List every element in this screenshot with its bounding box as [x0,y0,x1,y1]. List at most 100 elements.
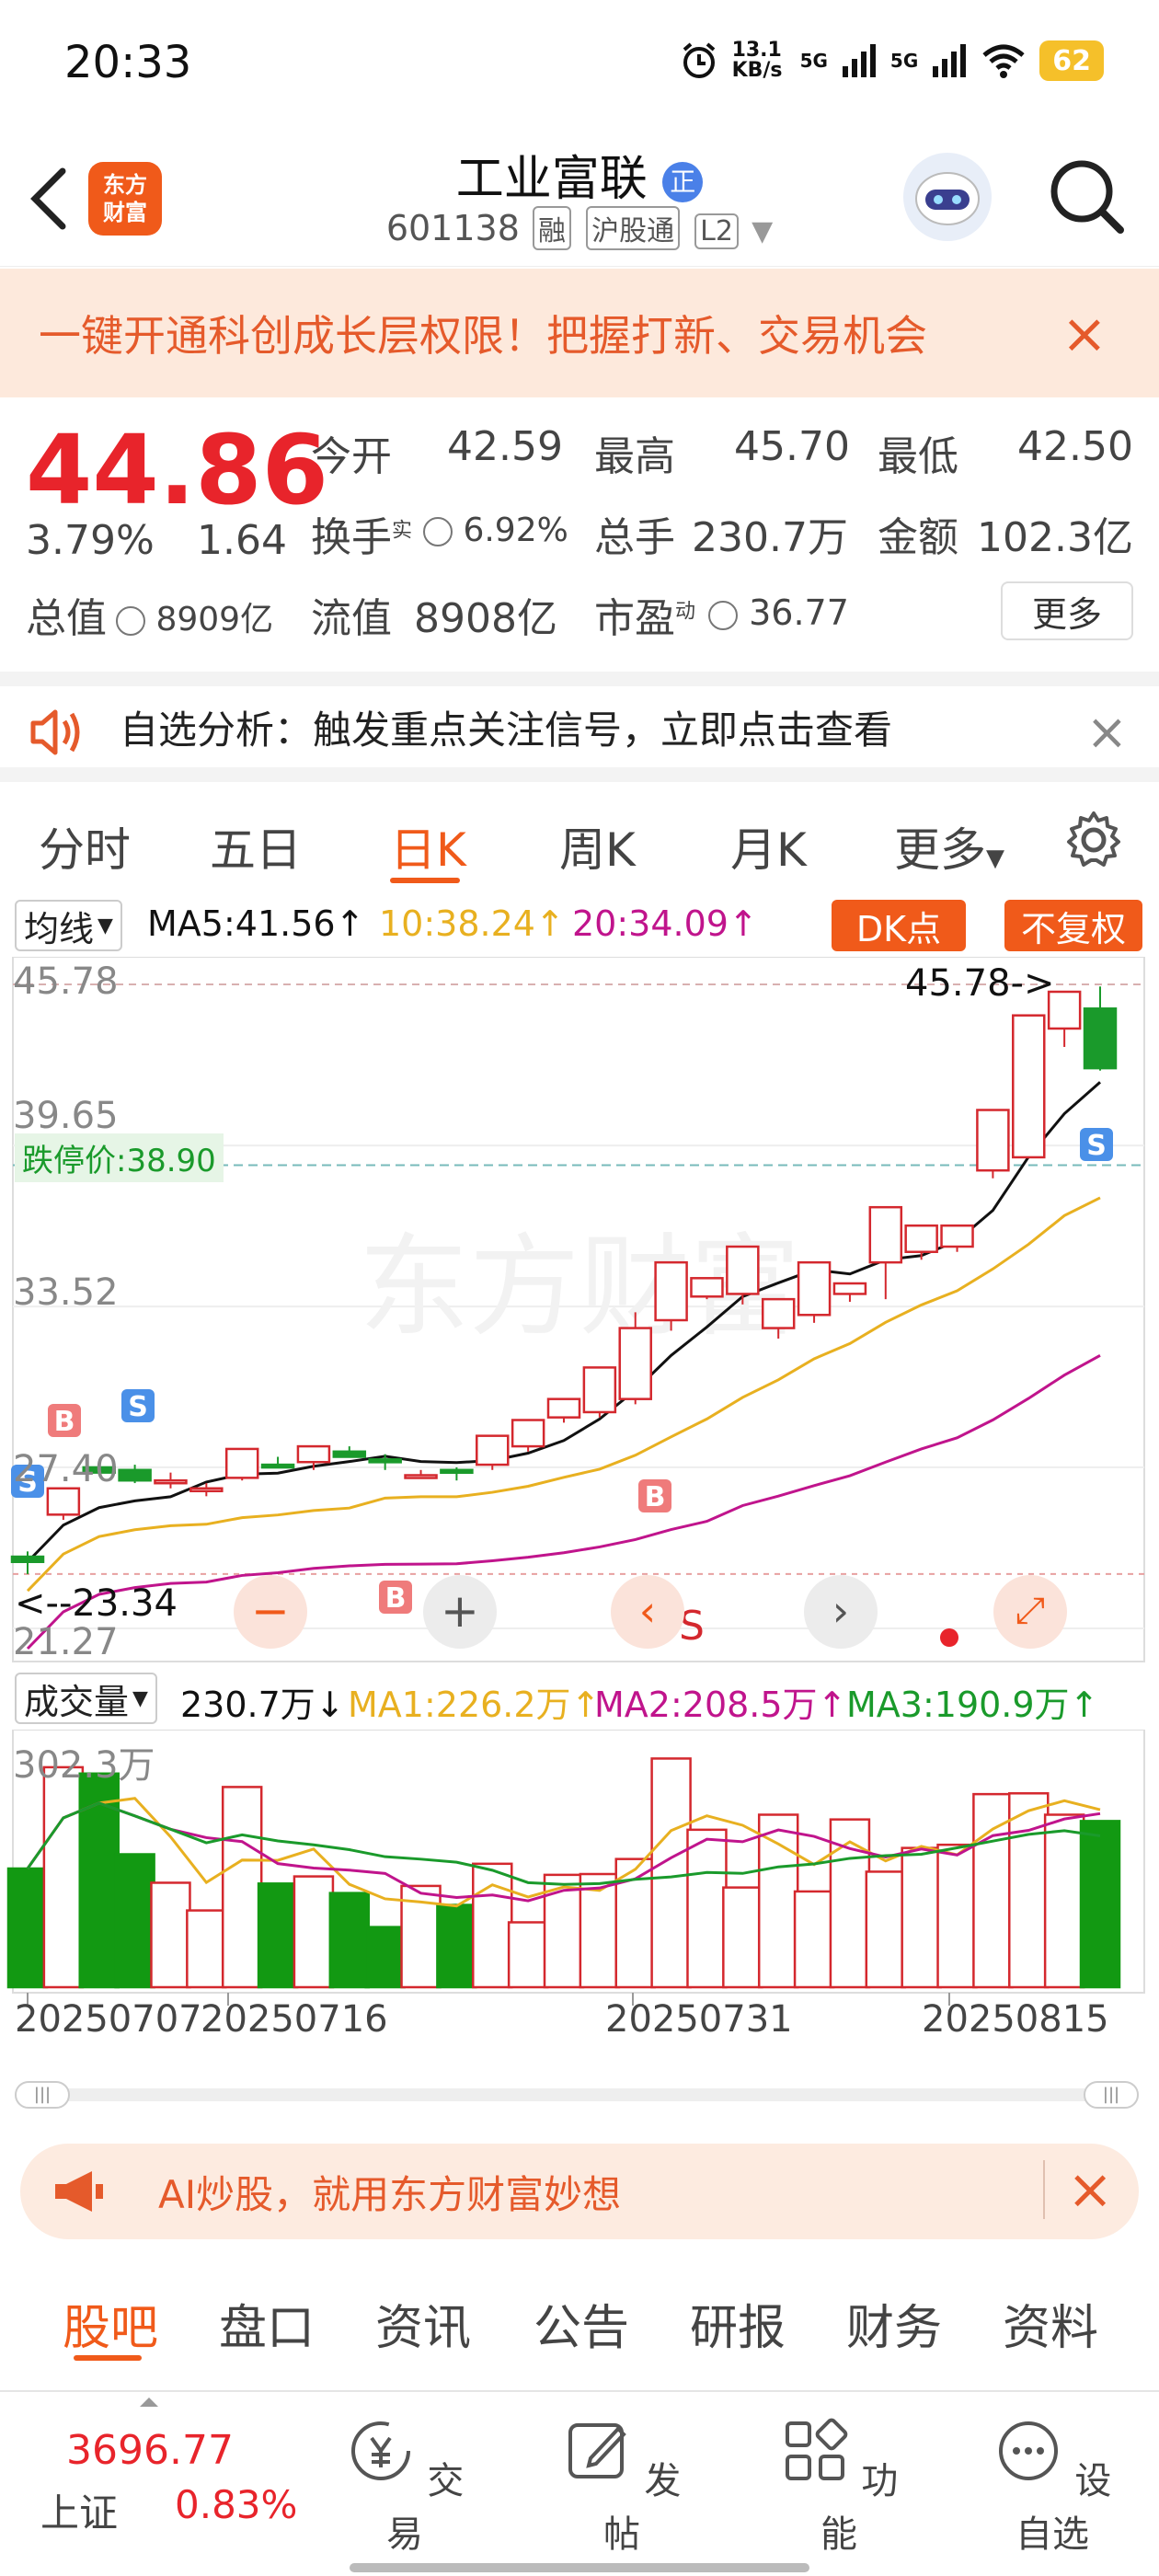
eye-icon-2[interactable] [116,606,145,636]
volume-bar [328,1892,371,1989]
verified-icon: 正 [662,162,704,202]
candle-body [904,1224,938,1253]
candle [546,1397,581,1423]
candle-body [10,1555,45,1563]
candlestick-chart[interactable]: 东方财富SB SBBSS [0,957,1159,1665]
candle-body [618,1327,652,1400]
more-button[interactable]: 更多 [1001,581,1133,640]
candle-body [546,1397,581,1419]
tab-intraday[interactable]: 分时 [39,813,131,880]
dropdown-triangle-icon: ▼ [752,215,774,247]
candle [224,1447,259,1481]
candle-body [332,1450,367,1458]
candle-body [440,1468,474,1475]
range-handle-right[interactable]: ||| [1084,2081,1139,2109]
battery-indicator: 62 [1039,40,1104,81]
nav-trade[interactable]: 交易 [331,2407,478,2558]
turnover-value-wrap: 6.92% [423,512,568,549]
tab-five-day[interactable]: 五日 [210,813,302,880]
tab-guba[interactable]: 股吧 [63,2289,158,2358]
buy-marker: B [48,1404,81,1438]
tab-monthly-k[interactable]: 月K [730,813,807,880]
high-marker-label: 45.78-> [905,962,1055,1005]
x-label-4: 20250815 [922,1998,1109,2041]
volume-bar [150,1881,191,1989]
candle [654,1260,688,1331]
volume-bar [1008,1792,1050,1989]
index-ticker[interactable]: 3696.77 上证 0.83% [0,2392,313,2576]
tab-profile[interactable]: 资料 [1003,2289,1098,2358]
zoom-out-button[interactable]: − [234,1575,307,1649]
y-label-2: 39.65 [13,1095,119,1137]
volume-bar [6,1867,49,1989]
megaphone-icon [55,2171,103,2212]
tab-news[interactable]: 资讯 [375,2289,471,2358]
settings-gear-icon[interactable] [1063,810,1124,870]
volume-bar [865,1870,907,1989]
promo-banner[interactable]: 一键开通科创成长层权限！把握打新、交易机会 × [0,269,1159,397]
watchlist-analysis-bar[interactable]: 自选分析：触发重点关注信号，立即点击查看 × [0,672,1159,782]
turnover-sup: 实 [392,519,413,543]
eye-icon[interactable] [423,517,453,546]
ma20-text: 20:34.09 [572,903,729,944]
grid-functions-icon [785,2418,847,2480]
tab-announcement[interactable]: 公告 [534,2289,629,2358]
tab-more[interactable]: 更多▼ [894,813,1004,880]
tab-daily-k[interactable]: 日K [390,813,466,880]
volume-bar [364,1926,406,1989]
scroll-track [15,2088,1139,2101]
candle [690,1277,724,1300]
candle-body [154,1478,188,1485]
close-icon[interactable]: × [1061,302,1107,366]
zoom-in-button[interactable]: + [423,1575,497,1649]
fullscreen-icon[interactable]: ⤢ [993,1575,1067,1649]
indicator-select[interactable]: 均线 ▼ [15,900,122,951]
stock-name-text: 工业富联 [455,152,648,207]
tab-weekly-k[interactable]: 周K [559,813,636,880]
active-tab-indicator [390,878,460,883]
ai-promo-bar[interactable]: AI炒股，就用东方财富妙想 × [20,2144,1139,2239]
dk-point-button[interactable]: DK点 [832,900,966,951]
range-handle-left[interactable]: ||| [15,2081,70,2109]
pe-label-text: 市盈 [594,595,675,642]
edit-post-icon [568,2423,626,2478]
robot-avatar-icon[interactable] [903,153,992,241]
change-percent: 3.79% [26,517,155,564]
volume-bar [257,1882,299,1989]
vol-ma3-text: MA3:190.9万 [846,1685,1070,1725]
vol-ma3: MA3:190.9万↑ [846,1685,1099,1725]
candle [797,1260,832,1323]
high-value: 45.70 [734,423,850,470]
range-scrollbar[interactable]: ||| ||| [15,2081,1139,2109]
eye-icon-3[interactable] [708,600,738,630]
float-cap-value: 8908亿 [414,595,557,642]
open-value: 42.59 [447,423,563,470]
turnover-label-text: 换手 [311,514,392,561]
search-icon[interactable] [1047,156,1126,236]
section-tab-indicator [74,2355,142,2361]
volume-indicator-select[interactable]: 成交量 ▼ [15,1673,157,1724]
stock-code: 601138 [385,208,520,248]
x-label-1: 20250707 [15,1998,202,2041]
close-analysis-icon[interactable]: × [1086,703,1128,761]
nav-add-watchlist[interactable]: 设自选 [979,2407,1126,2558]
candle-body [1083,1007,1118,1070]
close-ai-icon[interactable]: × [1043,2160,1113,2219]
status-time: 20:33 [64,37,192,88]
total-cap-value: 8909亿 [155,601,274,638]
y-label-bottom: 21.27 [13,1621,119,1663]
tab-finance[interactable]: 财务 [846,2289,942,2358]
tab-research[interactable]: 研报 [690,2289,786,2358]
scroll-left-button[interactable]: ‹ [611,1575,684,1649]
expand-up-icon [140,2398,158,2407]
volume-bar [507,1921,549,1989]
adjust-button[interactable]: 不复权 [1004,900,1142,951]
index-value: 3696.77 [66,2427,234,2474]
tab-pankou[interactable]: 盘口 [219,2289,315,2358]
candle-body [761,1297,796,1329]
last-price: 44.86 [26,414,328,526]
select-arrow-icon: ▼ [98,914,113,937]
nav-post[interactable]: 发帖 [548,2407,695,2558]
nav-functions[interactable]: 功能 [765,2407,912,2558]
scroll-right-button[interactable]: › [804,1575,878,1649]
